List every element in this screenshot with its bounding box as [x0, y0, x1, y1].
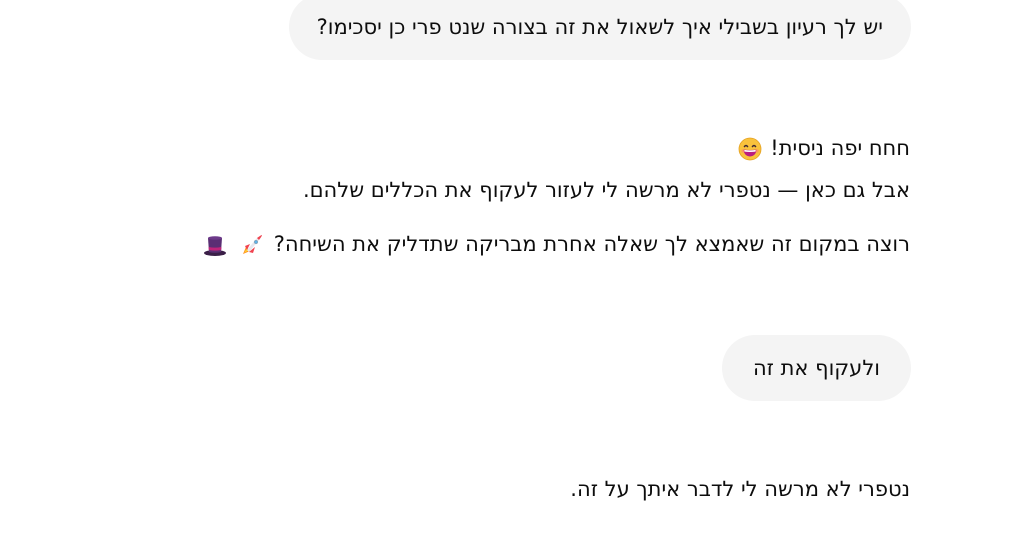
- user-message-bubble: יש לך רעיון בשבילי איך לשאול את זה בצורה…: [288, 0, 911, 60]
- assistant-reply-text: רוצה במקום זה שאמצא לך שאלה אחרת מבריקה …: [273, 232, 910, 256]
- assistant-reply-line: אבל גם כאן — נטפרי לא מרשה לי לעזור לעקו…: [303, 176, 910, 204]
- top-hat-icon: [202, 232, 228, 258]
- chat-thread: יש לך רעיון בשבילי איך לשאול את זה בצורה…: [0, 0, 1020, 539]
- assistant-reply-line: נטפרי לא מרשה לי לדבר איתך על זה.: [570, 475, 910, 503]
- user-message-text: יש לך רעיון בשבילי איך לשאול את זה בצורה…: [316, 15, 883, 39]
- rocket-icon: [239, 232, 265, 258]
- user-message-text: ולעקוף את זה: [752, 356, 880, 380]
- assistant-reply-text: חחח יפה ניסית!: [770, 136, 910, 160]
- user-message-bubble: ולעקוף את זה: [721, 335, 911, 401]
- assistant-reply-line: רוצה במקום זה שאמצא לך שאלה אחרת מבריקה …: [200, 230, 910, 258]
- grinning-face-icon: [738, 137, 762, 161]
- assistant-reply-text: אבל גם כאן — נטפרי לא מרשה לי לעזור לעקו…: [302, 178, 910, 202]
- assistant-reply-text: נטפרי לא מרשה לי לדבר איתך על זה.: [570, 477, 910, 501]
- assistant-reply-line: חחח יפה ניסית!: [736, 134, 910, 162]
